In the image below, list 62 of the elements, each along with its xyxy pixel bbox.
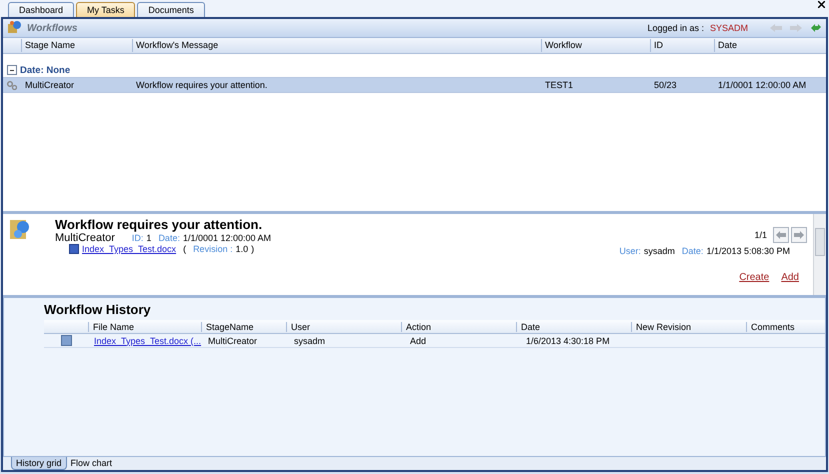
action-link[interactable]: Create	[739, 272, 770, 283]
file-link[interactable]: Index_Types_Test.docx	[82, 244, 176, 254]
tab[interactable]: Documents	[137, 2, 205, 17]
date-label: Date:	[682, 246, 704, 256]
table-cell-text: Workflow requires your attention.	[135, 80, 268, 90]
id-value: 1	[146, 233, 152, 243]
table-cell-text: MultiCreator	[207, 336, 258, 346]
table-cell-text: 1/6/2013 4:30:18 PM	[525, 336, 611, 346]
tab[interactable]: Flow chart	[66, 457, 116, 470]
column-header[interactable]: Date	[516, 322, 631, 332]
tab[interactable]: My Tasks	[76, 2, 136, 17]
previous-button[interactable]	[773, 227, 789, 243]
panel-title: Workflows	[27, 22, 78, 34]
column-header[interactable]: Comments	[746, 322, 825, 332]
logged-in-user: SYSADM	[710, 23, 748, 33]
refresh-icon[interactable]	[810, 23, 822, 33]
table-cell-text: sysadm	[293, 336, 326, 346]
collapse-icon[interactable]	[7, 65, 17, 75]
close-icon[interactable]	[818, 1, 825, 8]
logged-in-label: Logged in as :	[647, 23, 704, 33]
column-header[interactable]: Date	[714, 39, 826, 52]
action-link[interactable]: Add	[781, 272, 799, 283]
left-arrow-icon	[776, 231, 786, 239]
table-cell-text: 50/23	[653, 80, 678, 90]
column-header[interactable]: File Name	[88, 322, 201, 332]
table-cell-text: MultiCreator	[24, 80, 76, 90]
revision-value: 1.0	[236, 244, 248, 254]
date-value: 1/1/2013 5:08:30 PM	[706, 246, 790, 256]
back-arrow-icon[interactable]	[770, 24, 782, 32]
group-header: Date: None	[20, 64, 70, 76]
column-header[interactable]: StageName	[201, 322, 286, 332]
column-header[interactable]: ID	[650, 39, 714, 52]
date-value: 1/1/0001 12:00:00 AM	[182, 233, 272, 243]
column-header[interactable]: User	[286, 322, 401, 332]
file-link[interactable]: Index_Types_Test.docx (...	[88, 336, 202, 346]
column-header[interactable]: New Revision	[631, 322, 746, 332]
forward-arrow-icon[interactable]	[790, 24, 802, 32]
date-label: Date:	[158, 233, 180, 243]
column-header[interactable]: Workflow	[541, 39, 650, 52]
column-header[interactable]: Workflow's Message	[132, 39, 541, 52]
detail-title: Workflow requires your attention.	[55, 217, 264, 232]
page-counter: 1/1	[754, 230, 767, 240]
table-row[interactable]: MultiCreator Workflow requires your attention. TEST1 50/23 1/1/0001 12:00:00 AM	[3, 77, 826, 93]
paren: )	[251, 244, 254, 254]
right-arrow-icon	[794, 231, 804, 239]
id-label: ID:	[132, 233, 144, 243]
scrollbar[interactable]	[813, 214, 826, 295]
column-header[interactable]: Action	[401, 322, 516, 332]
revision-label: Revision :	[193, 244, 233, 254]
section-title: Workflow History	[43, 302, 152, 319]
table-cell-text: Add	[409, 336, 428, 346]
tab[interactable]: Dashboard	[8, 2, 74, 17]
next-button[interactable]	[791, 227, 807, 243]
tab[interactable]: History grid	[11, 457, 67, 470]
paren: (	[183, 244, 186, 254]
table-cell-text: 1/1/0001 12:00:00 AM	[717, 80, 808, 90]
column-header[interactable]: Stage Name	[21, 39, 132, 52]
user-label: User:	[619, 246, 641, 256]
user-value: sysadm	[644, 246, 675, 256]
table-cell-text: TEST1	[544, 80, 574, 90]
gears-icon	[7, 80, 17, 90]
stage-name: MultiCreator	[55, 232, 115, 244]
